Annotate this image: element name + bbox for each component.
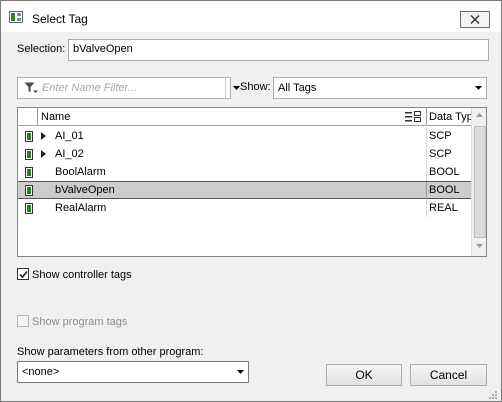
name-filter-input[interactable] — [42, 80, 212, 96]
chevron-down-icon — [233, 86, 240, 90]
column-line — [426, 127, 427, 145]
tag-data-type: REAL — [429, 202, 458, 214]
close-x-icon — [470, 15, 480, 24]
header-divider[interactable] — [426, 108, 427, 126]
app-icon — [9, 11, 23, 23]
column-header-name[interactable]: Name — [41, 111, 70, 123]
show-controller-tags-checkbox[interactable] — [17, 268, 29, 280]
header-gutter — [18, 108, 38, 126]
selection-label: Selection: — [17, 43, 66, 55]
scroll-up-arrow-icon[interactable] — [476, 113, 483, 117]
title-bar[interactable]: Select Tag — [1, 1, 501, 32]
column-chooser-icon[interactable] — [405, 111, 421, 122]
tag-data-type: BOOL — [429, 184, 460, 196]
grid-header: Name Data Typ — [18, 108, 471, 126]
checkmark-icon — [19, 270, 28, 279]
tag-name: RealAlarm — [55, 202, 107, 214]
scroll-down-arrow-icon[interactable] — [476, 244, 483, 248]
show-label: Show: — [240, 81, 271, 93]
tag-name: AI_01 — [55, 130, 84, 142]
tag-row[interactable]: AI_02 SCP — [18, 145, 471, 163]
tag-row[interactable]: BoolAlarm BOOL — [18, 163, 471, 181]
tag-row[interactable]: AI_01 SCP — [18, 127, 471, 145]
tag-row[interactable]: RealAlarm REAL — [18, 199, 471, 217]
column-line — [426, 199, 427, 217]
tag-name: AI_02 — [55, 148, 84, 160]
show-dropdown[interactable]: All Tags — [273, 77, 487, 99]
tag-name: BoolAlarm — [55, 166, 106, 178]
cancel-button[interactable]: Cancel — [410, 364, 487, 386]
program-parameters-value: <none> — [22, 366, 60, 378]
tag-row-selected[interactable]: bValveOpen BOOL — [18, 181, 471, 200]
selection-field[interactable]: bValveOpen — [68, 39, 489, 61]
show-value: All Tags — [278, 82, 317, 94]
column-header-data-type[interactable]: Data Typ — [429, 111, 471, 123]
program-parameters-label: Show parameters from other program: — [17, 346, 204, 358]
expand-arrow-icon[interactable] — [41, 150, 46, 158]
tag-grid[interactable]: Name Data Typ AI_01 SCP AI_02 SCP BoolAl… — [17, 107, 487, 257]
close-button[interactable] — [460, 11, 490, 28]
show-program-tags-label: Show program tags — [32, 316, 128, 328]
select-tag-dialog: Select Tag Selection: bValveOpen Show: A… — [0, 0, 502, 402]
name-filter-combo[interactable] — [17, 77, 240, 99]
window-title: Select Tag — [32, 12, 88, 26]
show-controller-tags-label[interactable]: Show controller tags — [32, 269, 132, 281]
tag-data-type: SCP — [429, 130, 452, 142]
tag-icon — [25, 131, 33, 142]
tag-icon — [25, 185, 33, 196]
tag-icon — [25, 167, 33, 178]
ok-button[interactable]: OK — [326, 364, 402, 386]
scrollbar-thumb[interactable] — [474, 126, 486, 238]
expand-arrow-icon[interactable] — [41, 132, 46, 140]
tag-data-type: SCP — [429, 148, 452, 160]
resize-grip-icon[interactable] — [487, 389, 498, 400]
show-program-tags-checkbox — [17, 315, 29, 327]
program-parameters-dropdown[interactable]: <none> — [17, 361, 249, 383]
tag-icon — [25, 149, 33, 160]
column-line — [426, 163, 427, 181]
funnel-filter-icon — [24, 82, 38, 93]
tag-icon — [25, 203, 33, 214]
column-line — [426, 182, 427, 200]
chevron-down-icon — [237, 370, 244, 374]
tag-name: bValveOpen — [55, 184, 115, 196]
tag-data-type: BOOL — [429, 166, 460, 178]
chevron-down-icon — [475, 86, 482, 90]
grid-vertical-scrollbar[interactable] — [471, 108, 486, 256]
column-line — [426, 145, 427, 163]
